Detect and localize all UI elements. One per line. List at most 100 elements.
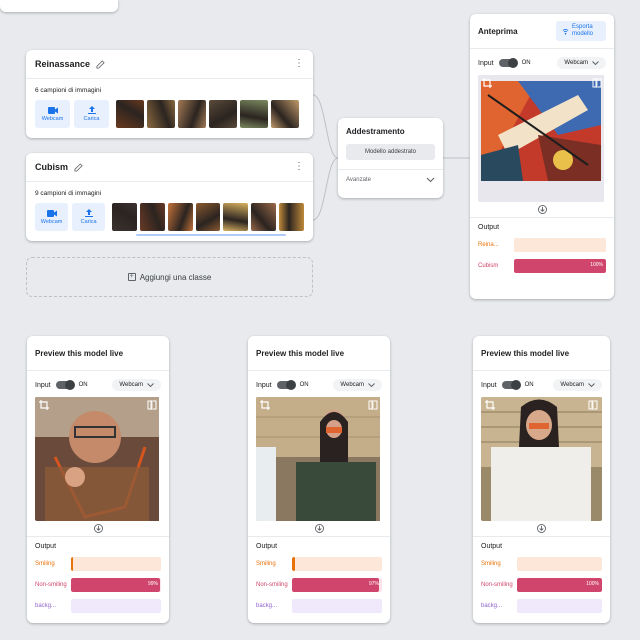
camera-label: Webcam (340, 382, 364, 388)
preview-panel: Anteprima Esporta modello Input ON Webca… (470, 14, 614, 299)
input-label: Input (481, 381, 497, 389)
preview-title: Preview this model live (35, 348, 124, 358)
add-class-button[interactable]: + Aggiungi una classe (26, 257, 313, 297)
input-toggle[interactable] (276, 380, 296, 390)
prediction-row: backg... (481, 599, 602, 613)
prediction-label: Smiling (256, 560, 276, 567)
crop-icon[interactable] (260, 400, 270, 410)
confidence-value: 97% (368, 581, 379, 587)
sample-thumbnail[interactable] (116, 100, 144, 128)
arrow-down-circle-icon (93, 524, 103, 533)
confidence-fill (292, 578, 380, 592)
chevron-down-icon (592, 61, 599, 65)
advanced-label: Avanzate (346, 177, 371, 183)
flip-icon[interactable] (588, 400, 598, 410)
upload-label: Carica (83, 116, 100, 122)
webcam-feed (35, 397, 161, 521)
input-label: Input (256, 381, 272, 389)
output-label: Output (478, 224, 500, 231)
class-title[interactable]: Cubism (35, 162, 68, 172)
confidence-bar (71, 557, 161, 571)
sample-thumbnail[interactable] (195, 203, 221, 231)
prediction-row: Smiling (256, 557, 382, 571)
crop-icon[interactable] (482, 78, 492, 88)
live-preview-panel: Preview this model live Input ON Webcam … (27, 336, 169, 623)
confidence-fill (71, 578, 161, 592)
prediction-row: Smiling (481, 557, 602, 571)
input-toggle[interactable] (498, 58, 518, 68)
camera-select[interactable]: Webcam (557, 57, 606, 69)
webcam-button[interactable]: Webcam (35, 203, 69, 231)
webcam-label: Webcam (41, 115, 64, 122)
prediction-row: Reina... (478, 238, 606, 252)
preview-title: Anteprima (478, 26, 518, 36)
webcam-button[interactable]: Webcam (35, 100, 70, 128)
more-vert-icon[interactable]: ⋮ (294, 59, 304, 69)
sample-thumbnail[interactable] (271, 100, 299, 128)
confidence-fill (71, 557, 73, 571)
prediction-label: backg... (35, 602, 57, 609)
confidence-bar (514, 238, 606, 252)
prediction-list: Reina... Cubism 100% (478, 238, 606, 273)
prediction-label: Reina... (478, 241, 499, 248)
sample-thumbnail[interactable] (251, 203, 277, 231)
sample-thumbnail[interactable] (147, 100, 175, 128)
toggle-state: ON (78, 382, 88, 388)
sample-thumbnail[interactable] (167, 203, 193, 231)
train-model-button[interactable]: Modello addestrato (346, 144, 435, 160)
flip-icon[interactable] (368, 400, 378, 410)
sample-thumbnails (116, 100, 299, 128)
confidence-bar: 100% (517, 578, 602, 592)
output-section: Output Reina... Cubism 100% (470, 217, 614, 273)
more-vert-icon[interactable]: ⋮ (294, 162, 304, 172)
flip-icon[interactable] (147, 400, 157, 410)
sample-thumbnail[interactable] (279, 203, 304, 231)
sample-thumbnail[interactable] (240, 100, 268, 128)
output-label: Output (256, 543, 278, 550)
crop-icon[interactable] (485, 400, 495, 410)
preview-title: Preview this model live (481, 348, 570, 358)
export-model-button[interactable]: Esporta modello (556, 20, 606, 42)
pencil-icon[interactable] (74, 162, 83, 172)
advanced-toggle[interactable]: Avanzate (338, 169, 443, 190)
confidence-bar: 97% (292, 578, 382, 592)
input-label: Input (478, 59, 494, 67)
camera-select[interactable]: Webcam (112, 379, 161, 391)
videocam-icon (47, 106, 58, 114)
confidence-fill (292, 557, 295, 571)
sample-thumbnail[interactable] (223, 203, 249, 231)
class-title[interactable]: Reinassance (35, 59, 90, 69)
pencil-icon[interactable] (96, 59, 105, 69)
add-box-icon: + (127, 273, 136, 281)
confidence-bar (292, 557, 382, 571)
input-toggle[interactable] (501, 380, 521, 390)
add-class-label: Aggiungi una classe (139, 272, 212, 282)
camera-select[interactable]: Webcam (333, 379, 382, 391)
upload-button[interactable]: Carica (72, 203, 106, 231)
sample-thumbnail[interactable] (178, 100, 206, 128)
chevron-down-icon (588, 383, 595, 387)
webcam-label: Webcam (40, 218, 63, 225)
crop-icon[interactable] (39, 400, 49, 410)
confidence-value: 99% (147, 581, 158, 587)
output-label: Output (481, 543, 503, 550)
prediction-row: Non-smiling 99% (35, 578, 161, 592)
flip-icon[interactable] (592, 78, 602, 88)
prediction-row: Smiling (35, 557, 161, 571)
prediction-row: Non-smiling 97% (256, 578, 382, 592)
webcam-feed (478, 75, 606, 202)
input-toggle[interactable] (55, 380, 75, 390)
upload-button[interactable]: Carica (74, 100, 109, 128)
webcam-feed (256, 397, 382, 521)
camera-label: Webcam (119, 382, 143, 388)
prediction-label: Smiling (481, 560, 501, 567)
prediction-label: Non-smiling (256, 581, 288, 588)
prediction-row: Cubism 100% (478, 259, 606, 273)
sample-thumbnail[interactable] (209, 100, 237, 128)
thumbnail-scrollbar[interactable] (136, 234, 286, 236)
confidence-bar (517, 599, 602, 613)
sample-thumbnail[interactable] (112, 203, 137, 231)
camera-select[interactable]: Webcam (553, 379, 602, 391)
sample-thumbnail[interactable] (139, 203, 165, 231)
chevron-down-icon (368, 383, 375, 387)
